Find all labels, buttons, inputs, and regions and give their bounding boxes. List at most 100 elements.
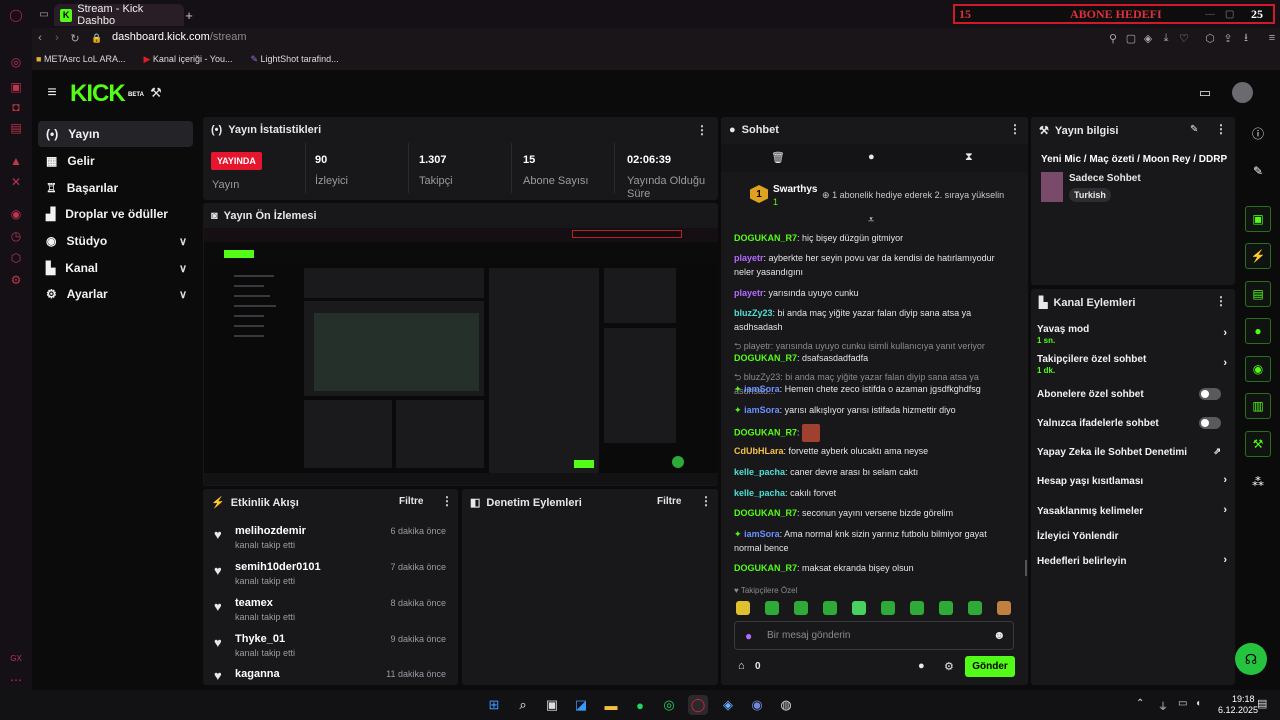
notification-icon[interactable]: ▤ xyxy=(1257,697,1267,710)
subs-only-toggle[interactable] xyxy=(1199,388,1221,400)
microphone-icon[interactable]: ● xyxy=(745,629,752,643)
share-icon[interactable]: ⇪ xyxy=(1221,31,1235,45)
action-followers-only[interactable]: Takipçilere özel sohbet 1 dk. › xyxy=(1037,354,1227,376)
notes-icon[interactable]: ▤ xyxy=(1245,281,1271,307)
clip-icon[interactable]: ▣ xyxy=(1245,206,1271,232)
nav-item-yayin[interactable]: (•) Yayın xyxy=(38,121,193,147)
bookmark-metasrc[interactable]: ■ METAsrc LoL ARA... xyxy=(36,54,125,65)
chat-username[interactable]: DOGUKAN_R7 xyxy=(734,427,797,437)
emote-icon[interactable] xyxy=(881,601,895,615)
action-ai-moderation[interactable]: Yapay Zeka ile Sohbet Denetimi ⇗ xyxy=(1037,446,1227,458)
shield-icon[interactable]: ◈ xyxy=(1141,31,1155,45)
steam-icon[interactable]: ◍ xyxy=(776,695,796,715)
chat-username[interactable]: iamSora xyxy=(744,384,780,394)
player-icon[interactable]: ◉ xyxy=(8,206,24,222)
nav-item-gelir[interactable]: ▦ Gelir xyxy=(38,148,193,174)
chat-username[interactable]: iamSora xyxy=(744,529,780,539)
chat-username[interactable]: kelle_pacha xyxy=(734,488,785,498)
history-icon[interactable]: ◷ xyxy=(8,228,24,244)
more-options-icon[interactable]: ⋮ xyxy=(1009,122,1021,136)
chat-username[interactable]: kelle_pacha xyxy=(734,467,785,477)
store-icon[interactable]: ▣ xyxy=(542,695,562,715)
file-explorer-icon[interactable]: ▬ xyxy=(601,695,621,715)
chat-settings-icon[interactable]: ● xyxy=(918,660,925,672)
outlook-icon[interactable]: ◪ xyxy=(571,695,591,715)
category-thumbnail[interactable] xyxy=(1041,172,1063,202)
pin-icon[interactable]: ⚲ xyxy=(1106,31,1120,45)
tray-chevron-icon[interactable]: ⌃ xyxy=(1136,698,1144,709)
apps-icon[interactable]: ⁂ xyxy=(1245,469,1271,495)
x-icon[interactable]: ✕ xyxy=(8,174,24,190)
broadcast-icon[interactable]: ◉ xyxy=(1245,356,1271,382)
chat-input[interactable]: ● Bir mesaj gönderin ☻ xyxy=(734,621,1014,650)
emote-icon[interactable] xyxy=(910,601,924,615)
user-avatar[interactable] xyxy=(1232,82,1253,103)
emote-only-toggle[interactable] xyxy=(1199,417,1221,429)
more-icon[interactable]: ⋯ xyxy=(8,672,24,688)
settings-icon[interactable]: ⚙ xyxy=(8,272,24,288)
menu-icon[interactable]: ≡ xyxy=(1265,31,1279,45)
gear-icon[interactable]: ⚙ xyxy=(944,660,954,673)
reload-icon[interactable]: ↻ xyxy=(68,31,82,45)
browser-tab-kick[interactable]: K Stream - Kick Dashbo xyxy=(54,3,184,27)
forward-icon[interactable]: › xyxy=(50,31,64,45)
discord-icon[interactable]: ◉ xyxy=(747,695,767,715)
activity-user[interactable]: semih10der0101 xyxy=(235,561,321,573)
chat-username[interactable]: DOGUKAN_R7 xyxy=(734,353,797,363)
collapse-pinned-icon[interactable]: ⩡ xyxy=(868,214,874,227)
emote-icon[interactable] xyxy=(852,601,866,615)
activity-user[interactable]: melihozdemir xyxy=(235,525,306,537)
url-field[interactable]: dashboard.kick.com/stream xyxy=(112,31,247,43)
stream-preview-video[interactable] xyxy=(204,228,718,485)
chat-username[interactable]: playetr xyxy=(734,288,764,298)
chat-username[interactable]: CdUbHLara xyxy=(734,446,784,456)
back-icon[interactable]: ‹ xyxy=(33,31,47,45)
nav-item-basarilar[interactable]: ♖ Başarılar xyxy=(38,175,193,201)
tiktok-icon[interactable]: ▲ xyxy=(8,153,24,169)
start-icon[interactable]: ⊞ xyxy=(484,695,504,715)
new-tab-button[interactable]: + xyxy=(182,8,196,23)
more-options-icon[interactable]: ⋮ xyxy=(696,123,708,137)
search-icon[interactable]: ⌕ xyxy=(513,695,533,715)
creator-tools-icon[interactable]: ▭ xyxy=(1196,85,1214,101)
opera-logo-icon[interactable]: ◯ xyxy=(8,7,24,23)
pinned-user[interactable]: Swarthys xyxy=(773,184,817,195)
hammer-icon[interactable]: ⚒ xyxy=(148,85,164,101)
send-button[interactable]: Gönder xyxy=(965,656,1015,677)
downloads-icon[interactable]: ⭳ xyxy=(1239,31,1253,45)
chat-username[interactable]: iamSora xyxy=(744,405,780,415)
emote-icon[interactable] xyxy=(968,601,982,615)
activity-user[interactable]: Thyke_01 xyxy=(235,633,285,645)
emote-icon[interactable] xyxy=(794,601,808,615)
edit-icon[interactable]: ✎ xyxy=(1190,124,1198,135)
pencil-icon[interactable]: ✎ xyxy=(1245,158,1271,184)
chat-username[interactable]: DOGUKAN_R7 xyxy=(734,508,797,518)
chat-username[interactable]: bluzZy23 xyxy=(734,308,773,318)
maximize-icon[interactable]: ▢ xyxy=(1225,9,1234,20)
more-options-icon[interactable]: ⋮ xyxy=(1215,294,1227,308)
workspace-icon[interactable]: ▭ xyxy=(38,8,50,20)
emote-icon[interactable] xyxy=(997,601,1011,615)
heart-icon[interactable]: ♡ xyxy=(1177,31,1191,45)
volume-icon[interactable]: ◖ xyxy=(1195,698,1201,709)
action-set-goals[interactable]: Hedefleri belirleyin › xyxy=(1037,554,1227,567)
app-icon[interactable]: ◈ xyxy=(718,695,738,715)
opera-gx-icon[interactable]: ◯ xyxy=(688,695,708,715)
activity-user[interactable]: kaganna xyxy=(235,668,280,680)
mic-icon[interactable]: ⏚ xyxy=(1158,698,1168,713)
aria-icon[interactable]: ◎ xyxy=(8,54,24,70)
emote-icon[interactable] xyxy=(939,601,953,615)
gx-icon[interactable]: GX xyxy=(8,650,24,666)
trash-icon[interactable]: 🗑 xyxy=(771,151,785,164)
action-raid[interactable]: İzleyici Yönlendir xyxy=(1037,531,1227,542)
screenshot-icon[interactable]: ▢ xyxy=(1124,31,1138,45)
bookmark-lightshot[interactable]: ✎ LightShot tarafind... xyxy=(250,54,338,65)
hourglass-icon[interactable]: ⧗ xyxy=(965,151,973,164)
emote-icon[interactable] xyxy=(823,601,837,615)
clock-date[interactable]: 6.12.2025 xyxy=(1218,705,1258,715)
chat-icon[interactable]: ● xyxy=(868,151,875,163)
action-account-age[interactable]: Hesap yaşı kısıtlaması › xyxy=(1037,474,1227,487)
support-chat-button[interactable]: ☊ xyxy=(1235,643,1267,675)
chat-scrollbar[interactable] xyxy=(1025,560,1027,576)
emote-icon[interactable] xyxy=(736,601,750,615)
